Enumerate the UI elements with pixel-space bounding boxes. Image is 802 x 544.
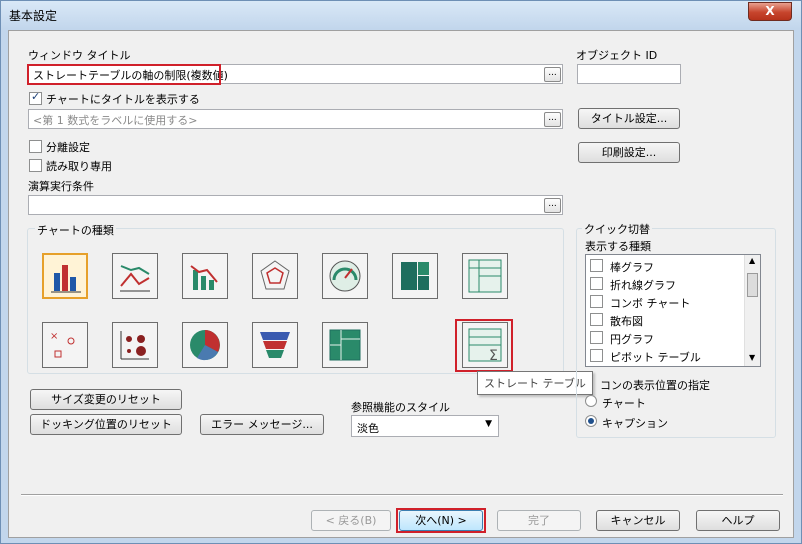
funnel-chart-icon (260, 332, 290, 358)
pie-chart-icon (190, 330, 220, 361)
ref-style-select[interactable]: 淡色 ▼ (351, 415, 499, 437)
display-types-list[interactable]: 棒グラフ 折れ線グラフ コンボ チャート 散布図 円グラフ ピボット テーブル (585, 254, 761, 367)
pivot-table-icon (468, 259, 502, 293)
scroll-up-icon[interactable]: ▲ (749, 256, 755, 265)
object-id-input[interactable] (577, 64, 681, 84)
finish-button[interactable]: 完了 (497, 510, 581, 531)
window-title: 基本設定 (9, 9, 58, 23)
pivot-table-tile[interactable] (462, 253, 508, 299)
highlight-next-button (396, 508, 486, 533)
mekko-chart-tile[interactable] (322, 322, 368, 368)
mekko-chart-icon (329, 329, 361, 361)
line-chart-icon (120, 265, 150, 292)
line-chart-tile[interactable] (112, 253, 158, 299)
list-item[interactable]: ピボット テーブル (588, 347, 740, 365)
pie-chart-tile[interactable] (182, 322, 228, 368)
chevron-down-icon: ▼ (485, 419, 492, 429)
block-chart-tile[interactable] (392, 253, 438, 299)
list-item-checkbox[interactable] (590, 277, 603, 290)
radio-chart-label: チャート (602, 397, 646, 410)
read-only-label: 読み取り専用 (46, 160, 112, 173)
radar-chart-tile[interactable] (252, 253, 298, 299)
scatter-chart-icon: × (50, 331, 75, 358)
scatter-chart-tile[interactable]: × (42, 322, 88, 368)
calc-condition-input[interactable] (28, 195, 563, 215)
print-settings-button[interactable]: 印刷設定... (578, 142, 680, 163)
window-title-label: ウィンドウ タイトル (28, 49, 131, 62)
read-only-checkbox[interactable] (29, 159, 42, 172)
icon-position-label: コンの表示位置の指定 (600, 379, 710, 392)
error-messages-button[interactable]: エラー メッセージ... (200, 414, 324, 435)
list-item[interactable]: コンボ チャート (588, 293, 740, 311)
gauge-chart-tile[interactable] (322, 253, 368, 299)
list-item-label: コンボ チャート (610, 297, 691, 310)
list-item[interactable]: 散布図 (588, 311, 740, 329)
radio-caption[interactable] (585, 415, 597, 427)
reset-size-button[interactable]: サイズ変更のリセット (30, 389, 182, 410)
list-item[interactable]: 円グラフ (588, 329, 740, 347)
ref-style-label: 参照機能のスタイル (351, 401, 450, 414)
title-bar[interactable]: 基本設定 X (1, 1, 801, 29)
list-item-label: 散布図 (610, 315, 643, 328)
bar-chart-icon (51, 265, 81, 293)
list-item-label: 棒グラフ (610, 261, 654, 274)
grid-chart-icon (120, 331, 149, 360)
gauge-chart-icon (329, 260, 361, 292)
bar-chart-tile[interactable] (42, 253, 88, 299)
scroll-down-icon[interactable]: ▼ (749, 353, 755, 362)
footer-divider (21, 494, 783, 496)
funnel-chart-tile[interactable] (252, 322, 298, 368)
calc-condition-ellipsis-button[interactable]: ... (544, 198, 561, 213)
list-item-checkbox[interactable] (590, 259, 603, 272)
grid-chart-tile[interactable] (112, 322, 158, 368)
chart-types-title: チャートの種類 (35, 222, 116, 238)
calc-condition-label: 演算実行条件 (28, 180, 94, 193)
dialog-client-area: ウィンドウ タイトル ストレートテーブルの軸の制限(複数値) ... オブジェク… (8, 30, 794, 538)
list-item[interactable]: 棒グラフ (588, 257, 740, 275)
object-id-label: オブジェクト ID (576, 49, 658, 62)
highlight-straight-table (455, 319, 513, 372)
help-button[interactable]: ヘルプ (696, 510, 780, 531)
window-title-ellipsis-button[interactable]: ... (544, 67, 561, 82)
list-item[interactable]: 折れ線グラフ (588, 275, 740, 293)
display-types-label: 表示する種類 (585, 240, 651, 253)
show-title-checkbox[interactable] (29, 90, 42, 105)
title-settings-button[interactable]: タイトル設定... (578, 108, 680, 129)
list-item-label: ピボット テーブル (610, 351, 701, 364)
radio-caption-label: キャプション (602, 417, 668, 430)
list-item-checkbox[interactable] (590, 313, 603, 326)
chart-title-ellipsis-button[interactable]: ... (544, 112, 561, 127)
block-chart-icon (401, 262, 429, 290)
scroll-thumb[interactable] (747, 273, 758, 297)
list-item-checkbox[interactable] (590, 331, 603, 344)
close-button[interactable]: X (748, 2, 792, 21)
list-item-label: 折れ線グラフ (610, 279, 676, 292)
chart-title-input[interactable]: <第 1 数式をラベルに使用する> (28, 109, 563, 129)
list-scrollbar[interactable]: ▲ ▼ (744, 255, 760, 366)
ref-style-value: 淡色 (357, 422, 379, 435)
quick-switch-title: クイック切替 (582, 221, 652, 237)
combo-chart-icon (190, 265, 218, 290)
show-title-label: チャートにタイトルを表示する (46, 93, 200, 106)
dialog-window: 基本設定 X ウィンドウ タイトル ストレートテーブルの軸の制限(複数値) ..… (0, 0, 802, 544)
back-button[interactable]: < 戻る(B) (311, 510, 391, 531)
list-item-checkbox[interactable] (590, 295, 603, 308)
svg-text:×: × (50, 331, 58, 342)
detach-checkbox[interactable] (29, 140, 42, 153)
radar-chart-icon (260, 260, 290, 290)
highlight-window-title (27, 64, 221, 85)
reset-docking-button[interactable]: ドッキング位置のリセット (30, 414, 182, 435)
list-item-checkbox[interactable] (590, 349, 603, 362)
list-item-label: 円グラフ (610, 333, 654, 346)
radio-chart[interactable] (585, 395, 597, 407)
cancel-button[interactable]: キャンセル (596, 510, 680, 531)
combo-chart-tile[interactable] (182, 253, 228, 299)
detach-label: 分離設定 (46, 141, 90, 154)
